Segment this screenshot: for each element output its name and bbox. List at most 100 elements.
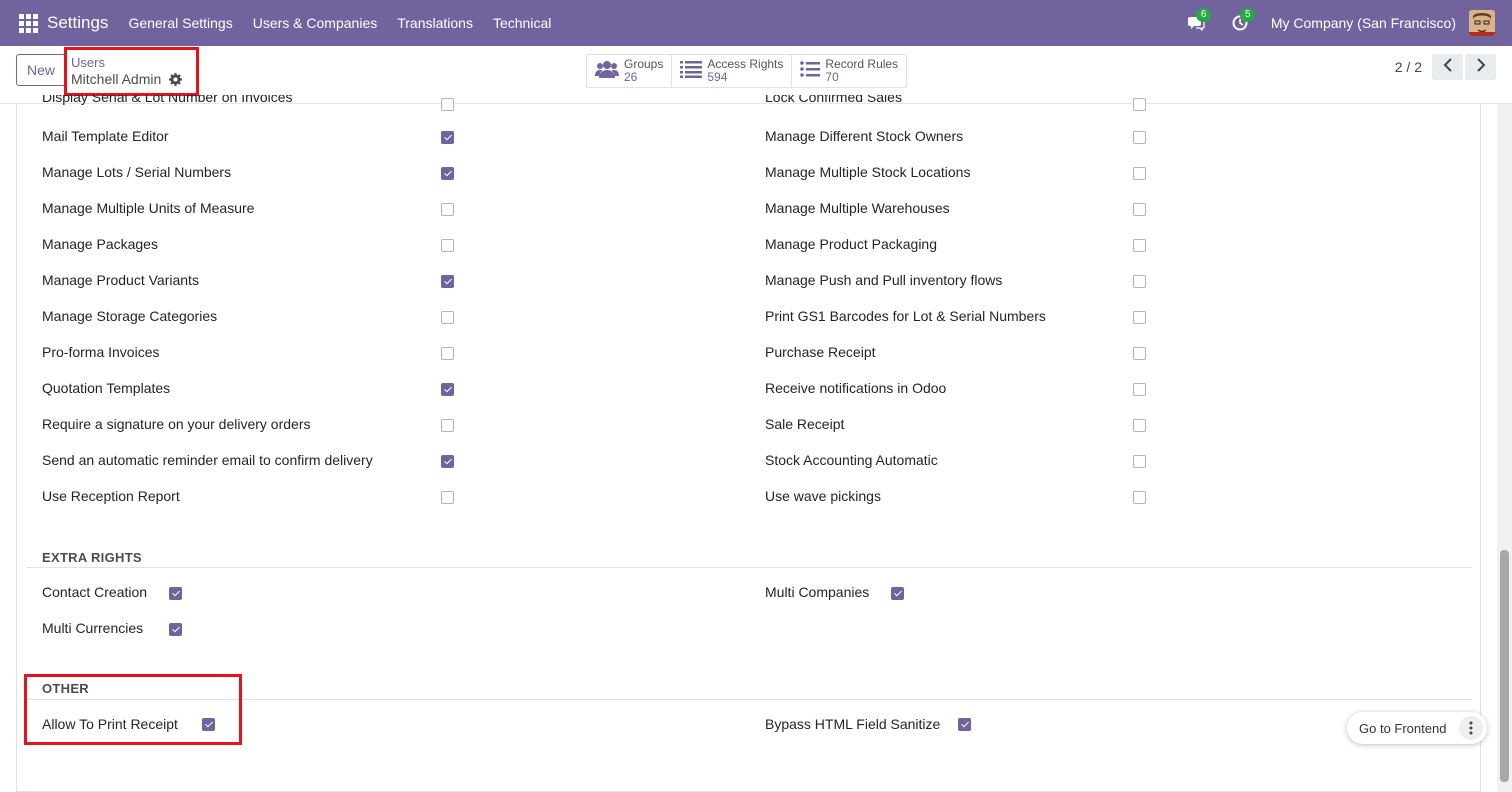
checkbox-cut-left[interactable] bbox=[441, 98, 454, 111]
record-rules-smart-button[interactable]: Record Rules 70 bbox=[792, 55, 906, 87]
right-left-label: Manage Storage Categories bbox=[42, 308, 218, 324]
list-icon bbox=[680, 60, 703, 82]
groups-count: 26 bbox=[624, 70, 638, 84]
contact-creation-label: Contact Creation bbox=[42, 584, 148, 600]
more-options-icon[interactable] bbox=[1459, 716, 1483, 740]
right-right-checkbox[interactable] bbox=[1133, 203, 1146, 216]
right-left-checkbox[interactable] bbox=[441, 203, 454, 216]
bypass-html-sanitize-label: Bypass HTML Field Sanitize bbox=[765, 716, 941, 732]
right-left-label: Mail Template Editor bbox=[42, 128, 169, 144]
allow-print-receipt-label: Allow To Print Receipt bbox=[42, 716, 178, 732]
app-title[interactable]: Settings bbox=[47, 13, 108, 33]
right-left-checkbox[interactable] bbox=[441, 347, 454, 360]
apps-menu-icon[interactable] bbox=[17, 12, 39, 34]
scrollbar-thumb[interactable] bbox=[1500, 550, 1509, 782]
right-left-checkbox[interactable] bbox=[441, 131, 454, 144]
right-label-cut-left: Display Serial & Lot Number on Invoices bbox=[42, 95, 293, 105]
right-left-label: Manage Multiple Units of Measure bbox=[42, 200, 255, 216]
gear-icon[interactable] bbox=[169, 72, 183, 86]
breadcrumb-users-link[interactable]: Users bbox=[71, 55, 182, 70]
right-right-label: Print GS1 Barcodes for Lot & Serial Numb… bbox=[765, 308, 1046, 324]
right-right-label: Use wave pickings bbox=[765, 488, 881, 504]
right-left-label: Require a signature on your delivery ord… bbox=[42, 416, 311, 432]
access-rights-smart-button[interactable]: Access Rights 594 bbox=[672, 55, 793, 87]
messages-icon[interactable]: 6 bbox=[1183, 8, 1212, 36]
frontend-floating-bar: Go to Frontend bbox=[1347, 712, 1487, 744]
smart-buttons: Groups 26 Access Rights 594 Record Rules… bbox=[586, 54, 908, 88]
menu-general-settings[interactable]: General Settings bbox=[128, 15, 232, 31]
activities-clock-icon[interactable]: 5 bbox=[1227, 8, 1256, 36]
right-right-label: Purchase Receipt bbox=[765, 344, 876, 360]
chevron-right-icon bbox=[1476, 58, 1486, 76]
right-right-label: Manage Different Stock Owners bbox=[765, 128, 964, 144]
right-left-checkbox[interactable] bbox=[441, 419, 454, 432]
right-left-checkbox[interactable] bbox=[441, 383, 454, 396]
extra-rights-title: EXTRA RIGHTS bbox=[42, 550, 142, 565]
right-left-label: Manage Product Variants bbox=[42, 272, 199, 288]
right-right-label: Manage Push and Pull inventory flows bbox=[765, 272, 1003, 288]
checkbox-cut-right[interactable] bbox=[1133, 98, 1146, 111]
right-left-checkbox[interactable] bbox=[441, 275, 454, 288]
multi-currencies-label: Multi Currencies bbox=[42, 620, 144, 636]
right-left-checkbox[interactable] bbox=[441, 455, 454, 468]
right-right-label: Stock Accounting Automatic bbox=[765, 452, 938, 468]
go-to-frontend-button[interactable]: Go to Frontend bbox=[1347, 721, 1446, 736]
other-divider bbox=[26, 699, 1472, 700]
pager-value[interactable]: 2 / 2 bbox=[1395, 59, 1422, 75]
record-rules-count: 70 bbox=[825, 70, 839, 84]
right-left-checkbox[interactable] bbox=[441, 491, 454, 504]
right-right-label: Manage Multiple Stock Locations bbox=[765, 164, 971, 180]
pager-next-button[interactable] bbox=[1465, 54, 1496, 80]
activities-badge: 5 bbox=[1239, 8, 1256, 22]
contact-creation-checkbox[interactable] bbox=[169, 587, 182, 600]
bypass-html-sanitize-checkbox[interactable] bbox=[958, 718, 971, 731]
right-right-checkbox[interactable] bbox=[1133, 491, 1146, 504]
right-right-checkbox[interactable] bbox=[1133, 275, 1146, 288]
right-left-label: Send an automatic reminder email to conf… bbox=[42, 452, 373, 468]
multi-companies-checkbox[interactable] bbox=[891, 587, 904, 600]
right-left-label: Manage Lots / Serial Numbers bbox=[42, 164, 232, 180]
multi-currencies-checkbox[interactable] bbox=[169, 623, 182, 636]
top-navbar: Settings General Settings Users & Compan… bbox=[0, 0, 1512, 46]
right-left-label: Pro-forma Invoices bbox=[42, 344, 160, 360]
right-right-label: Manage Product Packaging bbox=[765, 236, 937, 252]
right-right-label: Receive notifications in Odoo bbox=[765, 380, 947, 396]
menu-translations[interactable]: Translations bbox=[397, 15, 473, 31]
menu-users-companies[interactable]: Users & Companies bbox=[253, 15, 378, 31]
chevron-left-icon bbox=[1443, 58, 1453, 76]
allow-print-receipt-checkbox[interactable] bbox=[202, 718, 215, 731]
right-right-label: Manage Multiple Warehouses bbox=[765, 200, 950, 216]
right-left-checkbox[interactable] bbox=[441, 167, 454, 180]
groups-smart-button[interactable]: Groups 26 bbox=[587, 55, 673, 87]
right-left-checkbox[interactable] bbox=[441, 311, 454, 324]
right-right-label: Sale Receipt bbox=[765, 416, 845, 432]
right-right-checkbox[interactable] bbox=[1133, 383, 1146, 396]
user-avatar[interactable] bbox=[1469, 10, 1495, 36]
other-title: OTHER bbox=[42, 681, 89, 696]
pager-previous-button[interactable] bbox=[1432, 54, 1463, 80]
right-left-label: Manage Packages bbox=[42, 236, 158, 252]
right-left-label: Quotation Templates bbox=[42, 380, 171, 396]
menu-technical[interactable]: Technical bbox=[493, 15, 551, 31]
user-form-sheet: Display Serial & Lot Number on Invoices … bbox=[16, 95, 1481, 792]
right-right-checkbox[interactable] bbox=[1133, 419, 1146, 432]
right-right-checkbox[interactable] bbox=[1133, 239, 1146, 252]
users-icon bbox=[595, 59, 619, 83]
access-rights-count: 594 bbox=[707, 70, 728, 84]
multi-companies-label: Multi Companies bbox=[765, 584, 870, 600]
list-icon bbox=[800, 60, 821, 82]
messages-badge: 6 bbox=[1195, 8, 1212, 22]
right-right-checkbox[interactable] bbox=[1133, 167, 1146, 180]
right-left-label: Use Reception Report bbox=[42, 488, 180, 504]
right-right-checkbox[interactable] bbox=[1133, 455, 1146, 468]
breadcrumb-current: Mitchell Admin bbox=[71, 70, 183, 88]
extra-rights-divider bbox=[26, 567, 1472, 568]
company-switcher[interactable]: My Company (San Francisco) bbox=[1271, 15, 1456, 31]
right-right-checkbox[interactable] bbox=[1133, 131, 1146, 144]
right-label-cut-right: Lock Confirmed Sales bbox=[765, 95, 902, 105]
right-right-checkbox[interactable] bbox=[1133, 311, 1146, 324]
breadcrumb: Users Mitchell Admin bbox=[71, 55, 183, 88]
right-left-checkbox[interactable] bbox=[441, 239, 454, 252]
right-right-checkbox[interactable] bbox=[1133, 347, 1146, 360]
new-button[interactable]: New bbox=[16, 54, 66, 86]
